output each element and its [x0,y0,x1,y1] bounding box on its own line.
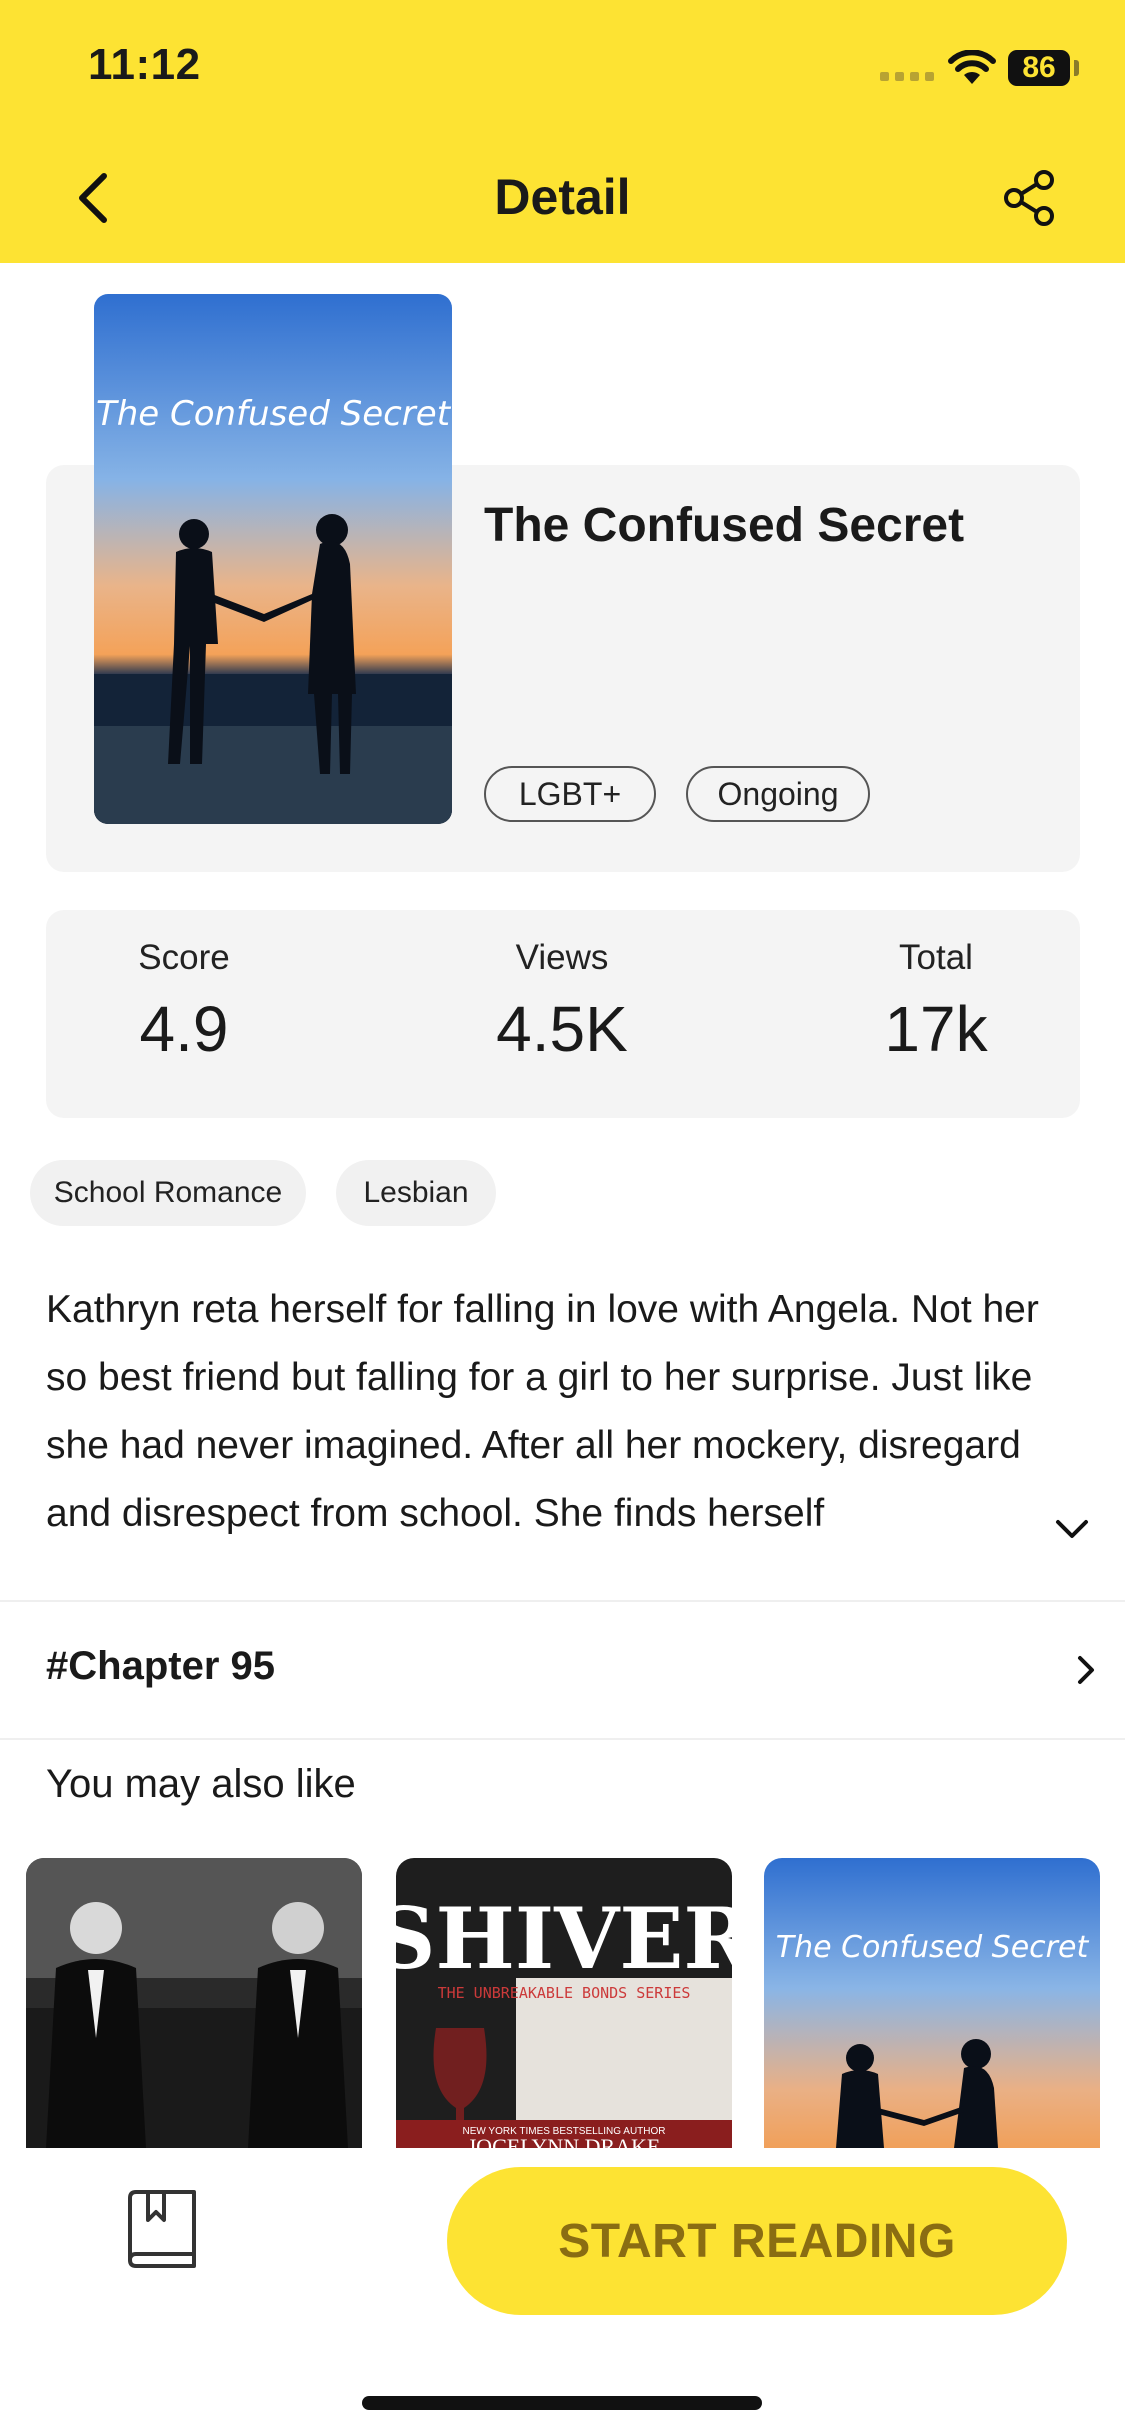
battery-icon: 86 [1008,50,1070,86]
wifi-icon [948,50,996,84]
cover-artwork [94,294,452,824]
status-time: 11:12 [88,40,201,89]
stat-total-value: 17k [884,993,988,1065]
stat-views-label: Views [515,938,609,977]
recommended-book-1[interactable] [26,1858,362,2148]
battery-tip [1074,60,1079,76]
recommendations-title: You may also like [46,1762,356,1806]
share-button[interactable] [1000,168,1060,228]
stat-score-label: Score [138,938,230,977]
bookshelf-library-icon[interactable] [124,2188,200,2268]
book-2-title-text: SHIVER [396,1889,732,1988]
latest-chapter-row[interactable]: #Chapter 95 [0,1602,1125,1738]
home-indicator[interactable] [362,2396,762,2410]
stat-score-value: 4.9 [139,993,229,1065]
book-cover-artwork: SHIVER THE UNBREAKABLE BONDS SERIES NEW … [396,1858,732,2148]
chevron-right-icon [1078,1656,1094,1684]
cover-title: The Confused Secret [95,394,451,434]
divider [0,1738,1125,1740]
genre-chip-lesbian[interactable]: Lesbian [336,1160,496,1226]
expand-synopsis-chevron-icon[interactable] [1052,1512,1092,1548]
book-2-author-text: JOCELYNN DRAKE [468,2134,661,2148]
app-header: 11:12 86 Detail [0,0,1125,263]
book-cover[interactable]: The Confused Secret [94,294,452,824]
recommended-book-3[interactable]: The Confused Secret [764,1858,1100,2148]
cellular-signal-icon [880,72,934,81]
synopsis-paragraph: Kathryn reta herself for falling in love… [46,1288,1039,1535]
page-title: Detail [494,169,631,225]
stat-views: Views 4.5K [422,938,702,1066]
stat-total-label: Total [899,938,973,977]
stat-total: Total 17k [796,938,1076,1066]
start-reading-button[interactable]: START READING [447,2167,1067,2315]
stat-score: Score 4.9 [44,938,324,1066]
tag-lgbt[interactable]: LGBT+ [484,766,656,822]
recommended-book-2[interactable]: SHIVER THE UNBREAKABLE BONDS SERIES NEW … [396,1858,732,2148]
genre-chip-school-romance[interactable]: School Romance [30,1160,306,1226]
book-cover-artwork [26,1858,362,2148]
book-2-series-text: THE UNBREAKABLE BONDS SERIES [438,1984,691,2002]
book-title: The Confused Secret [484,499,965,552]
book-cover-artwork [764,1858,1100,2148]
book-3-cover-title: The Confused Secret [775,1930,1089,1965]
chapter-label: #Chapter 95 [46,1644,275,1688]
stat-views-value: 4.5K [496,993,628,1065]
stats-card: Score 4.9 Views 4.5K Total 17k [46,910,1080,1118]
synopsis-text: Kathryn reta herself for falling in love… [46,1276,1056,1548]
tag-ongoing[interactable]: Ongoing [686,766,870,822]
